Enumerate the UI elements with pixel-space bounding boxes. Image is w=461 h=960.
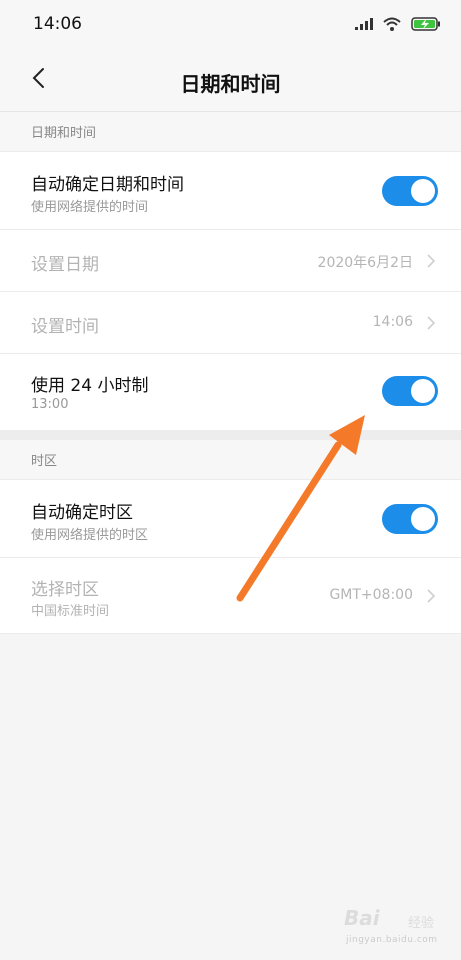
use-24h-toggle[interactable] bbox=[382, 376, 438, 406]
section-header-datetime: 日期和时间 bbox=[0, 112, 461, 152]
chevron-right-icon bbox=[425, 315, 437, 331]
row-value: GMT+08:00 bbox=[329, 587, 413, 603]
toggle-knob bbox=[411, 179, 435, 203]
row-subtitle: 使用网络提供的时间 bbox=[31, 200, 149, 215]
row-set-time[interactable]: 设置时间 14:06 bbox=[0, 292, 461, 354]
auto-datetime-toggle[interactable] bbox=[382, 176, 438, 206]
row-subtitle: 中国标准时间 bbox=[31, 604, 110, 619]
row-select-timezone[interactable]: 选择时区 中国标准时间 GMT+08:00 bbox=[0, 558, 461, 634]
watermark-logo: Bai bbox=[344, 906, 380, 930]
toggle-knob bbox=[411, 507, 435, 531]
row-auto-timezone[interactable]: 自动确定时区 使用网络提供的时区 bbox=[0, 480, 461, 558]
signal-icon bbox=[355, 18, 373, 30]
row-value: 2020年6月2日 bbox=[317, 255, 413, 271]
status-bar: 14:06 bbox=[0, 0, 461, 48]
section-header-timezone: 时区 bbox=[0, 440, 461, 480]
row-value: 14:06 bbox=[372, 314, 413, 330]
chevron-right-icon bbox=[425, 253, 437, 269]
battery-charging-icon bbox=[411, 17, 441, 31]
row-set-date[interactable]: 设置日期 2020年6月2日 bbox=[0, 230, 461, 292]
row-title: 设置时间 bbox=[31, 317, 99, 337]
row-subtitle: 使用网络提供的时区 bbox=[31, 528, 149, 543]
wifi-icon bbox=[383, 17, 401, 31]
chevron-right-icon bbox=[425, 588, 437, 604]
auto-timezone-toggle[interactable] bbox=[382, 504, 438, 534]
row-title: 设置日期 bbox=[31, 255, 99, 275]
watermark-label: 经验 bbox=[408, 916, 435, 931]
screen: 14:06 日期和时间 日期和时间 自动确定日期和时间 使用网络提供的时间 设置… bbox=[0, 0, 461, 960]
row-title: 自动确定时区 bbox=[31, 503, 133, 523]
row-title: 选择时区 bbox=[31, 580, 99, 600]
toggle-knob bbox=[411, 379, 435, 403]
app-header: 日期和时间 bbox=[0, 48, 461, 112]
page-title: 日期和时间 bbox=[180, 72, 281, 96]
status-time: 14:06 bbox=[33, 14, 82, 34]
status-icons bbox=[355, 17, 441, 31]
row-title: 自动确定日期和时间 bbox=[31, 175, 184, 195]
section-divider bbox=[0, 430, 461, 440]
row-auto-datetime[interactable]: 自动确定日期和时间 使用网络提供的时间 bbox=[0, 152, 461, 230]
watermark-url: jingyan.baidu.com bbox=[346, 935, 438, 945]
row-title: 使用 24 小时制 bbox=[31, 376, 149, 396]
row-subtitle: 13:00 bbox=[31, 397, 69, 412]
row-use-24h[interactable]: 使用 24 小时制 13:00 bbox=[0, 354, 461, 430]
watermark: Bai 经验 jingyan.baidu.com bbox=[340, 904, 450, 950]
